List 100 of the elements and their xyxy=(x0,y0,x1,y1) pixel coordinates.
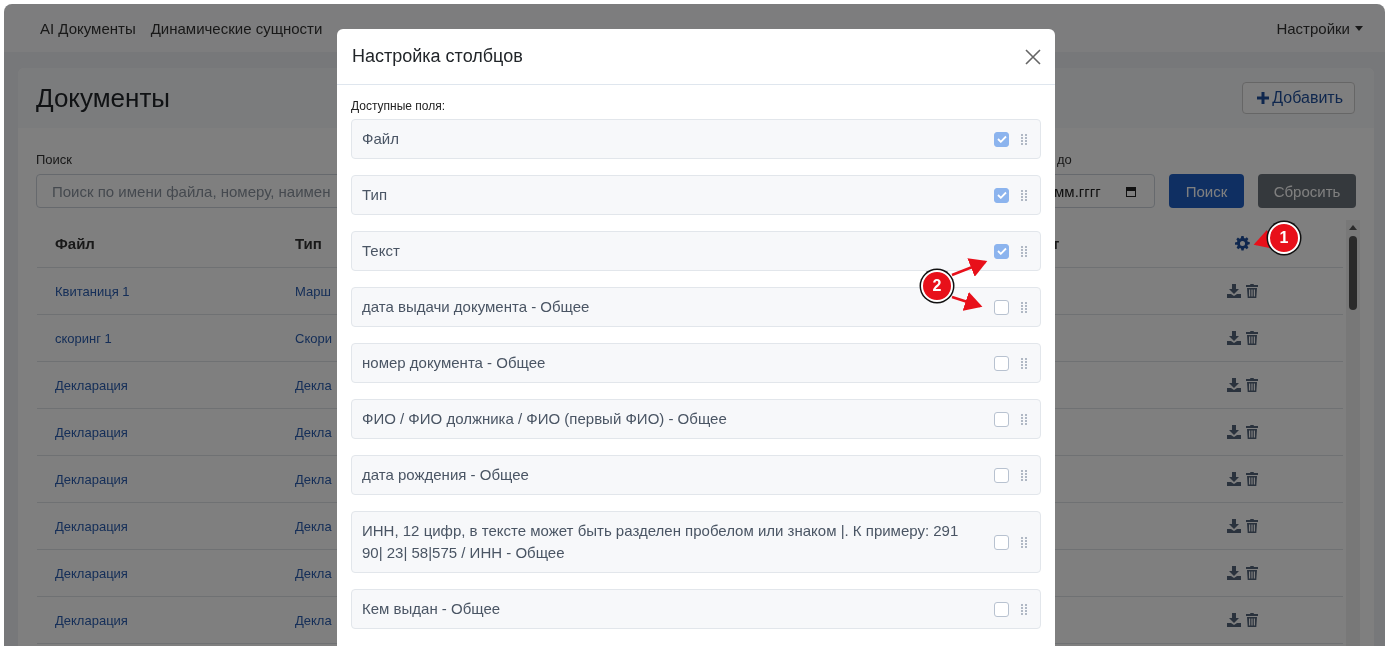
download-button[interactable] xyxy=(1227,284,1241,298)
type-link[interactable]: Скори xyxy=(295,330,332,346)
type-link[interactable]: Декла xyxy=(295,518,332,534)
checkbox[interactable] xyxy=(994,601,1009,617)
type-link[interactable]: Марш xyxy=(295,283,331,299)
checkbox[interactable] xyxy=(994,411,1009,427)
scrollbar-thumb[interactable] xyxy=(1349,236,1357,310)
trash-icon xyxy=(1246,472,1258,486)
field-label: до xyxy=(1057,152,1072,167)
field-item[interactable]: дата рождения - Общее xyxy=(351,455,1041,495)
field-item[interactable]: ИНН, 12 цифр, в тексте может быть разделен пробелом или знаком |. К примеру: 291 90| 23| 58|575 / ИНН - Общее xyxy=(351,511,1041,573)
delete-button[interactable] xyxy=(1246,425,1258,439)
download-icon xyxy=(1227,472,1241,486)
download-button[interactable] xyxy=(1227,613,1241,627)
field-item[interactable]: ФИО / ФИО должника / ФИО (первый ФИО) - Общее xyxy=(351,399,1041,439)
drag-handle-icon xyxy=(1021,244,1027,258)
download-icon xyxy=(1227,566,1241,580)
add-button[interactable]: Добавить xyxy=(1242,82,1355,114)
checkbox[interactable] xyxy=(994,187,1009,203)
delete-button[interactable] xyxy=(1246,566,1258,580)
type-link[interactable]: Декла xyxy=(295,424,332,440)
scrollbar[interactable] xyxy=(1346,220,1360,646)
type-link[interactable]: Декла xyxy=(295,612,332,628)
type-link[interactable]: Декла xyxy=(295,565,332,581)
file-link[interactable]: Декларация xyxy=(55,612,128,628)
field-name: дата рождения - Общее xyxy=(362,465,529,485)
download-icon xyxy=(1227,613,1241,627)
field-item[interactable]: Тип xyxy=(351,175,1041,215)
field-name: Кем выдан - Общее xyxy=(362,599,501,619)
delete-button[interactable] xyxy=(1246,378,1258,392)
download-button[interactable] xyxy=(1227,425,1241,439)
delete-button[interactable] xyxy=(1246,519,1258,533)
file-link[interactable]: Квитаниця 1 xyxy=(55,283,130,299)
trash-icon xyxy=(1246,519,1258,533)
close-icon xyxy=(1025,48,1041,65)
drag-handle-icon xyxy=(1021,412,1027,426)
checkbox[interactable] xyxy=(994,299,1009,315)
dialog-title: Настройка столбцов xyxy=(352,46,523,67)
download-button[interactable] xyxy=(1227,378,1241,392)
download-button[interactable] xyxy=(1227,472,1241,486)
delete-button[interactable] xyxy=(1246,613,1258,627)
download-icon xyxy=(1227,331,1241,345)
section-label: Доступные поля: xyxy=(351,99,447,113)
file-link[interactable]: скоринг 1 xyxy=(55,330,112,346)
drag-handle-icon xyxy=(1021,535,1027,549)
field-name: дата выдачи документа - Общее xyxy=(362,297,590,317)
drag-handle-icon xyxy=(1021,300,1027,314)
drag-handle-icon xyxy=(1021,468,1027,482)
plus-icon xyxy=(1257,92,1270,104)
nav-link[interactable]: Динамические сущности xyxy=(150,19,323,37)
trash-icon xyxy=(1246,425,1258,439)
field-item[interactable]: Кем выдан - Общее xyxy=(351,589,1041,629)
drag-handle-icon xyxy=(1021,132,1027,146)
file-link[interactable]: Декларация xyxy=(55,565,128,581)
search-button[interactable]: Поиск xyxy=(1169,174,1244,208)
file-link[interactable]: Декларация xyxy=(55,377,128,393)
field-name: номер документа - Общее xyxy=(362,353,546,373)
file-link[interactable]: Декларация xyxy=(55,518,128,534)
field-name: ФИО / ФИО должника / ФИО (первый ФИО) - Общее xyxy=(362,409,727,429)
download-icon xyxy=(1227,284,1241,298)
annotation-marker: 2 xyxy=(921,270,953,302)
checkbox[interactable] xyxy=(994,534,1009,550)
download-button[interactable] xyxy=(1227,331,1241,345)
trash-icon xyxy=(1246,378,1258,392)
delete-button[interactable] xyxy=(1246,331,1258,345)
checkbox[interactable] xyxy=(994,243,1009,259)
nav-link[interactable]: AI Документы xyxy=(40,19,136,37)
field-name: Файл xyxy=(362,129,399,149)
file-link[interactable]: Декларация xyxy=(55,424,128,440)
field-label: Поиск xyxy=(36,152,73,167)
column-header: Тип xyxy=(295,235,322,252)
download-button[interactable] xyxy=(1227,519,1241,533)
download-icon xyxy=(1227,378,1241,392)
settings-menu[interactable]: Настройки xyxy=(1276,19,1363,37)
download-icon xyxy=(1227,425,1241,439)
field-item[interactable]: Файл xyxy=(351,119,1041,159)
field-item[interactable]: Текст xyxy=(351,231,1041,271)
gear-icon xyxy=(1235,236,1250,251)
type-link[interactable]: Декла xyxy=(295,377,332,393)
trash-icon xyxy=(1246,566,1258,580)
scroll-up-icon xyxy=(1349,225,1357,230)
caret-icon xyxy=(1355,25,1363,31)
page-title: Документы xyxy=(36,82,171,114)
download-button[interactable] xyxy=(1227,566,1241,580)
checkbox[interactable] xyxy=(994,467,1009,483)
column-header: Файл xyxy=(55,235,95,252)
delete-button[interactable] xyxy=(1246,472,1258,486)
drag-handle-icon xyxy=(1021,188,1027,202)
checkbox[interactable] xyxy=(994,131,1009,147)
file-link[interactable]: Декларация xyxy=(55,471,128,487)
field-name: Текст xyxy=(362,241,400,261)
field-name: Тип xyxy=(362,185,387,205)
type-link[interactable]: Декла xyxy=(295,471,332,487)
delete-button[interactable] xyxy=(1246,284,1258,298)
checkbox[interactable] xyxy=(994,355,1009,371)
field-item[interactable]: номер документа - Общее xyxy=(351,343,1041,383)
annotation-arrow xyxy=(951,291,983,311)
reset-button[interactable]: Сбросить xyxy=(1258,174,1356,208)
trash-icon xyxy=(1246,331,1258,345)
drag-handle-icon xyxy=(1021,356,1027,370)
